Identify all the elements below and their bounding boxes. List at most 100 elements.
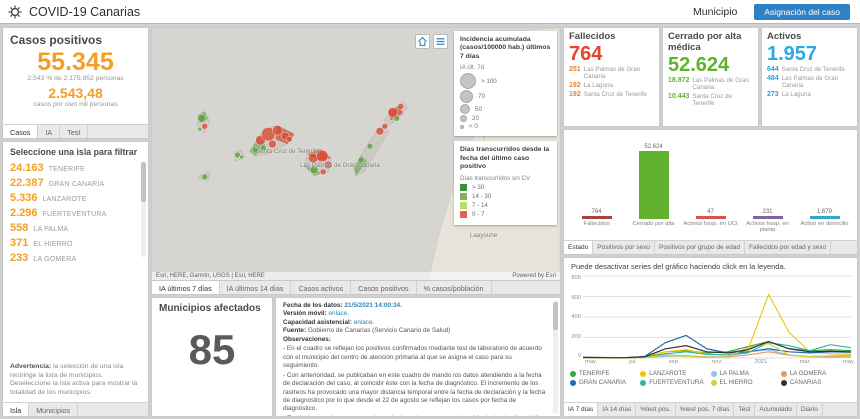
notes-scrollbar[interactable] (553, 301, 558, 413)
tab-casos-positivos[interactable]: Casos positivos (351, 281, 416, 294)
tab-test-pos[interactable]: %test pos. (636, 403, 675, 416)
map-legend-overlay: Incidencia acumulada (casos/100000 hab.)… (454, 31, 557, 225)
positive-cases-rate-caption: casos por cien mil personas (3, 101, 148, 108)
bar-1[interactable]: 764 Fallecidos (568, 134, 625, 238)
series-legend: TENERIFELANZAROTELA PALMALA GOMERA GRAN C… (564, 367, 857, 386)
bar-rect[interactable] (753, 216, 783, 219)
bar-category-label: Fallecidos (583, 221, 609, 238)
island-item-la-gomera[interactable]: 233LA GOMERA (3, 250, 148, 265)
observation-item: - Con anterioridad, se publicaban en est… (283, 372, 548, 414)
capacity-link[interactable]: enlace. (354, 319, 375, 326)
days-legend-items: > 3014 - 307 - 140 - 7 (460, 184, 551, 218)
municipio-label: Municipio (693, 6, 737, 18)
tab-test[interactable]: Test (60, 125, 88, 138)
legend-dot (711, 380, 717, 386)
deaths-breakdown-row: 251Las Palmas de Gran Canaria (564, 65, 659, 81)
tab-casos-activos[interactable]: Casos activos (291, 281, 351, 294)
tab-ia-14[interactable]: IA 14 días (598, 403, 636, 416)
map-home-button[interactable] (415, 34, 430, 49)
bar-rect[interactable] (582, 216, 612, 219)
observation-item: - En el cuadro se reflejan los positivos… (283, 345, 548, 370)
source-line: Fuente: Gobierno de Canarias (Servicio C… (283, 327, 548, 335)
legend-la-gomera[interactable]: LA GOMERA (781, 370, 851, 377)
tab-casos[interactable]: Casos (3, 125, 38, 138)
active-cases-total: 1.957 (762, 44, 857, 65)
map-panel[interactable]: Santa Cruz de Tenerife Las Palmas de Gra… (151, 27, 561, 281)
active-cases-card: Activos 1.957 644Santa Cruz de Tenerife … (761, 27, 858, 127)
affected-municipalities-value: 85 (152, 326, 272, 374)
incidence-chart-area: 8006004002000 (564, 273, 857, 359)
deaths-breakdown-row: 192Santa Cruz de Tenerife (564, 90, 659, 99)
bar-rect[interactable] (696, 216, 726, 219)
tab-ia-14-dias[interactable]: IA últimos 14 días (220, 281, 292, 294)
tab-isla[interactable]: Isla (3, 403, 29, 416)
legend-el-hierro[interactable]: EL HIERRO (711, 379, 781, 386)
tab-acumulado[interactable]: Acumulado (755, 403, 797, 416)
cases-tabstrip: Casos IA Test (3, 124, 148, 138)
legend-fuerteventura[interactable]: FUERTEVENTURA (640, 379, 710, 386)
incidence-legend-item: > 100 (460, 73, 551, 89)
tab-ia-7[interactable]: IA 7 días (564, 403, 598, 416)
circle-symbol (460, 125, 464, 129)
bar-rect[interactable] (639, 151, 669, 219)
bar-value-label: 764 (591, 209, 601, 215)
tab-estado[interactable]: Estado (564, 241, 593, 254)
tab-positivos-sexo[interactable]: Positivos por sexo (593, 241, 655, 254)
map-tabstrip: IA últimos 7 días IA últimos 14 días Cas… (151, 281, 561, 295)
bar-category-label: Cerrado por alta (633, 221, 675, 238)
affected-municipalities-title: Municipios afectados (152, 298, 272, 316)
incidence-legend-item: 20 (460, 115, 551, 122)
tab-casos-poblacion[interactable]: % casos/población (417, 281, 492, 294)
tab-ia-7-dias[interactable]: IA últimos 7 días (152, 281, 220, 294)
island-item-gran-canaria[interactable]: 22.387GRAN CANARIA (3, 175, 148, 190)
positive-cases-share: 2,543 % de 2.175.952 personas (3, 75, 148, 82)
bar-category-label: Activo en domicilio (800, 221, 848, 238)
closed-cases-title: Cerrado por alta médica (663, 28, 758, 55)
incidence-legend-subtitle: IA últ. 7d (460, 64, 551, 71)
attribution-text: Esri, HERE, Garmin, USGS | Esri, HERE (156, 273, 265, 279)
island-item-lanzarote[interactable]: 5.336LANZAROTE (3, 190, 148, 205)
island-item-el-hierro[interactable]: 371EL HIERRO (3, 235, 148, 250)
map-legend-button[interactable] (433, 34, 448, 49)
header-bar: COVID-19 Canarias Municipio Asignación d… (0, 0, 860, 24)
legend-lanzarote[interactable]: LANZAROTE (640, 370, 710, 377)
island-item-tenerife[interactable]: 24.163TENERIFE (3, 160, 148, 175)
tab-municipios[interactable]: Municipios (29, 403, 78, 416)
circle-symbol (460, 104, 470, 114)
days-legend-item: 14 - 30 (460, 193, 551, 200)
legend-tenerife[interactable]: TENERIFE (570, 370, 640, 377)
tab-fallecidos-edad-sexo[interactable]: Fallecidos por edad y sexo (745, 241, 831, 254)
legend-dot (640, 380, 646, 386)
tab-positivos-edad[interactable]: Positivos por grupo de edad (655, 241, 745, 254)
tab-diario[interactable]: Diario (797, 403, 823, 416)
legend-dot (640, 371, 646, 377)
island-item-la-palma[interactable]: 558LA PALMA (3, 220, 148, 235)
incidence-tabstrip: IA 7 días IA 14 días %test pos. %test po… (564, 402, 857, 416)
tab-test-pos-7[interactable]: %test pos. 7 días (676, 403, 735, 416)
legend-dot (711, 371, 717, 377)
island-list-scrollbar[interactable] (141, 162, 146, 257)
plot-area (583, 275, 851, 359)
assign-case-button[interactable]: Asignación del caso (754, 4, 850, 20)
days-legend-item: 0 - 7 (460, 211, 551, 218)
legend-la-palma[interactable]: LA PALMA (711, 370, 781, 377)
deaths-breakdown-row: 192La Laguna (564, 81, 659, 90)
bar-3[interactable]: 47Activos hosp. en UCI (682, 134, 739, 238)
tab-ia[interactable]: IA (38, 125, 60, 138)
bar-4[interactable]: 231Activos hosp. en planta (739, 134, 796, 238)
bar-value-label: 47 (707, 209, 714, 215)
bar-value-label: 52.624 (644, 144, 662, 150)
legend-dot (570, 380, 576, 386)
bar-5[interactable]: 1.679Activo en domicilio (796, 134, 853, 238)
map-label-laayoune: Laayoune (470, 232, 497, 239)
tab-test[interactable]: Test (734, 403, 755, 416)
observations-label: Observaciones: (283, 336, 548, 344)
legend-dot (781, 371, 787, 377)
legend-canarias[interactable]: CANARIAS (781, 379, 851, 386)
legend-gran-canaria[interactable]: GRAN CANARIA (570, 379, 640, 386)
bar-rect[interactable] (810, 216, 840, 219)
bar-2[interactable]: 52.624 Cerrado por alta (625, 134, 682, 238)
island-item-fuerteventura[interactable]: 2.296FUERTEVENTURA (3, 205, 148, 220)
series-line-tenerife (583, 342, 851, 358)
mobile-version-link[interactable]: enlace. (328, 310, 349, 317)
